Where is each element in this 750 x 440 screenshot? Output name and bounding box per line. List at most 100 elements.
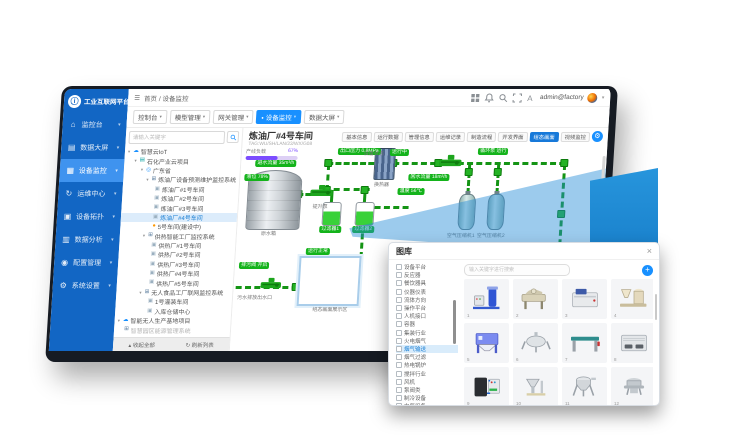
collapse-all-button[interactable]: ▴ 收起全部 [128,341,155,349]
category-item[interactable]: 制冷设备 [396,394,458,402]
sidebar-item[interactable]: 数据分析 ▾ [55,228,120,251]
library-image-card[interactable]: 5 [464,323,509,363]
sidebar-item[interactable]: 配置管理 ▾ [54,251,119,274]
fullscreen-icon[interactable] [512,93,523,103]
checkbox-icon[interactable] [396,362,402,368]
tab[interactable]: 控制台 ▾ [133,110,168,124]
category-item[interactable]: 餐饮器具 [396,279,458,287]
workshop-tab-button[interactable]: 开发界面 [498,132,528,142]
library-image-card[interactable]: 3 [562,279,607,319]
library-image-card[interactable]: 9 [464,367,509,405]
apps-icon[interactable] [470,93,481,103]
category-item[interactable]: 电气设备 [396,402,458,405]
circulation-pump[interactable] [437,154,464,167]
checkbox-icon[interactable] [396,264,402,270]
category-item[interactable]: 泵阀类 [396,386,458,394]
checkbox-icon[interactable] [396,297,402,303]
checkbox-icon[interactable] [396,313,402,319]
tree-node[interactable]: 炼油厂#4号车间 [121,213,238,222]
filter-vessel-2[interactable] [354,202,374,226]
search-icon[interactable] [498,93,509,103]
category-item[interactable]: 容器 [396,320,458,328]
checkbox-icon[interactable] [396,379,402,385]
checkbox-icon[interactable] [396,354,402,360]
tree-node[interactable]: 供热厂#4号车间 [117,269,234,278]
category-item[interactable]: 人机接口 [396,312,458,320]
category-item[interactable]: 操作平台 [396,304,458,312]
tab[interactable]: 设备监控 ▾ [256,110,302,124]
tree-node[interactable]: 5号车间(建设中) [120,222,237,231]
close-icon[interactable]: × [647,247,652,256]
category-scrollbar[interactable] [453,300,456,344]
checkbox-icon[interactable] [396,371,402,377]
checkbox-icon[interactable] [396,321,402,327]
library-image-card[interactable]: 6 [513,323,558,363]
tree-node[interactable]: 供热厂#3号车间 [118,260,235,269]
library-image-card[interactable]: 4 [611,279,653,319]
workshop-tab-button[interactable]: 运维记录 [436,132,466,142]
category-item[interactable]: 集装行业 [396,329,458,337]
tree-node[interactable]: 炼油厂#3号车间 [121,203,238,212]
hmi-display-area[interactable] [297,256,362,306]
library-image-card[interactable]: 2 [513,279,558,319]
drain-pump[interactable] [260,277,283,289]
checkbox-icon[interactable] [396,305,402,311]
sidebar-item[interactable]: 设备监控 ▾ [59,159,124,182]
tree-node[interactable]: 无人食品工厂联网监控系统 [116,288,233,297]
tree-node[interactable]: 炼油厂#2号车间 [122,194,239,203]
category-item[interactable]: 仪器仪表 [396,288,458,296]
category-item[interactable]: 烟气输送 [396,345,458,353]
workshop-tab-button[interactable]: 制造流程 [467,132,497,142]
category-item[interactable]: 烟气过滤 [396,353,458,361]
tree-node[interactable]: 供热厂#1号车间 [119,241,236,250]
bell-icon[interactable] [484,93,495,103]
tree-node[interactable]: 广东省 [124,166,241,175]
sidebar-item[interactable]: 设备拓扑 ▾ [56,205,121,228]
tree-node[interactable]: 石化产业云项目 [124,156,241,165]
workshop-tab-button[interactable]: 运行数据 [373,132,403,142]
sidebar-item[interactable]: 系统设置 ▾ [52,274,117,297]
lift-pump[interactable] [309,184,334,197]
workshop-tab-button[interactable]: 基本信息 [342,132,372,142]
menu-icon[interactable]: ☰ [134,94,140,102]
sidebar-item[interactable]: 监控台 ▾ [62,113,127,136]
grid-scrollbar[interactable] [655,294,658,320]
tree-node[interactable]: 供热厂#5号车间 [117,278,234,287]
category-item[interactable]: 设备平台 [396,263,458,271]
category-item[interactable]: 反应器 [396,271,458,279]
library-image-card[interactable]: 7 [562,323,607,363]
checkbox-icon[interactable] [396,280,402,286]
user-caret-icon[interactable]: ▾ [602,95,605,101]
library-image-card[interactable]: 10 [513,367,558,405]
tree-node[interactable]: 智能无人生产基地项目 [114,316,231,325]
library-image-card[interactable]: 8 [611,323,653,363]
tree-node[interactable]: 入库仓储中心 [115,307,232,316]
tree-search-button[interactable] [227,131,240,143]
category-item[interactable]: 流体方向 [396,296,458,304]
settings-gear-button[interactable]: ⚙ [592,131,604,142]
category-item[interactable]: 风机 [396,378,458,386]
tab[interactable]: 数据大屏 ▾ [304,110,345,124]
tab[interactable]: 模型管理 ▾ [169,110,210,124]
avatar[interactable] [587,93,598,103]
category-item[interactable]: 火电烟气 [396,337,458,345]
library-image-card[interactable]: 11 [562,367,607,405]
workshop-tab-button[interactable]: 管理信息 [404,132,434,142]
tree-node[interactable]: 炼油厂设备预测维护监控系统 [123,175,240,184]
tab[interactable]: 网关管理 ▾ [213,110,254,124]
tree-node[interactable]: 炼油厂#1号车间 [122,185,239,194]
checkbox-icon[interactable] [396,395,402,401]
category-item[interactable]: 热电锅炉 [396,361,458,369]
sidebar-item[interactable]: 数据大屏 ▾ [61,136,126,159]
checkbox-icon[interactable] [396,272,402,278]
checkbox-icon[interactable] [396,346,402,352]
workshop-tab-button[interactable]: 组态画面 [529,132,559,142]
sidebar-item[interactable]: 运维中心 ▾ [58,182,123,205]
library-image-card[interactable]: 1 [464,279,509,319]
checkbox-icon[interactable] [396,338,402,344]
checkbox-icon[interactable] [396,330,402,336]
tree-node[interactable]: 供热智能工厂监控系统 [120,232,237,241]
tree-node[interactable]: 供热厂#2号车间 [118,250,235,259]
checkbox-icon[interactable] [396,289,402,295]
tree-node[interactable]: 智慧云IoT [125,147,242,156]
